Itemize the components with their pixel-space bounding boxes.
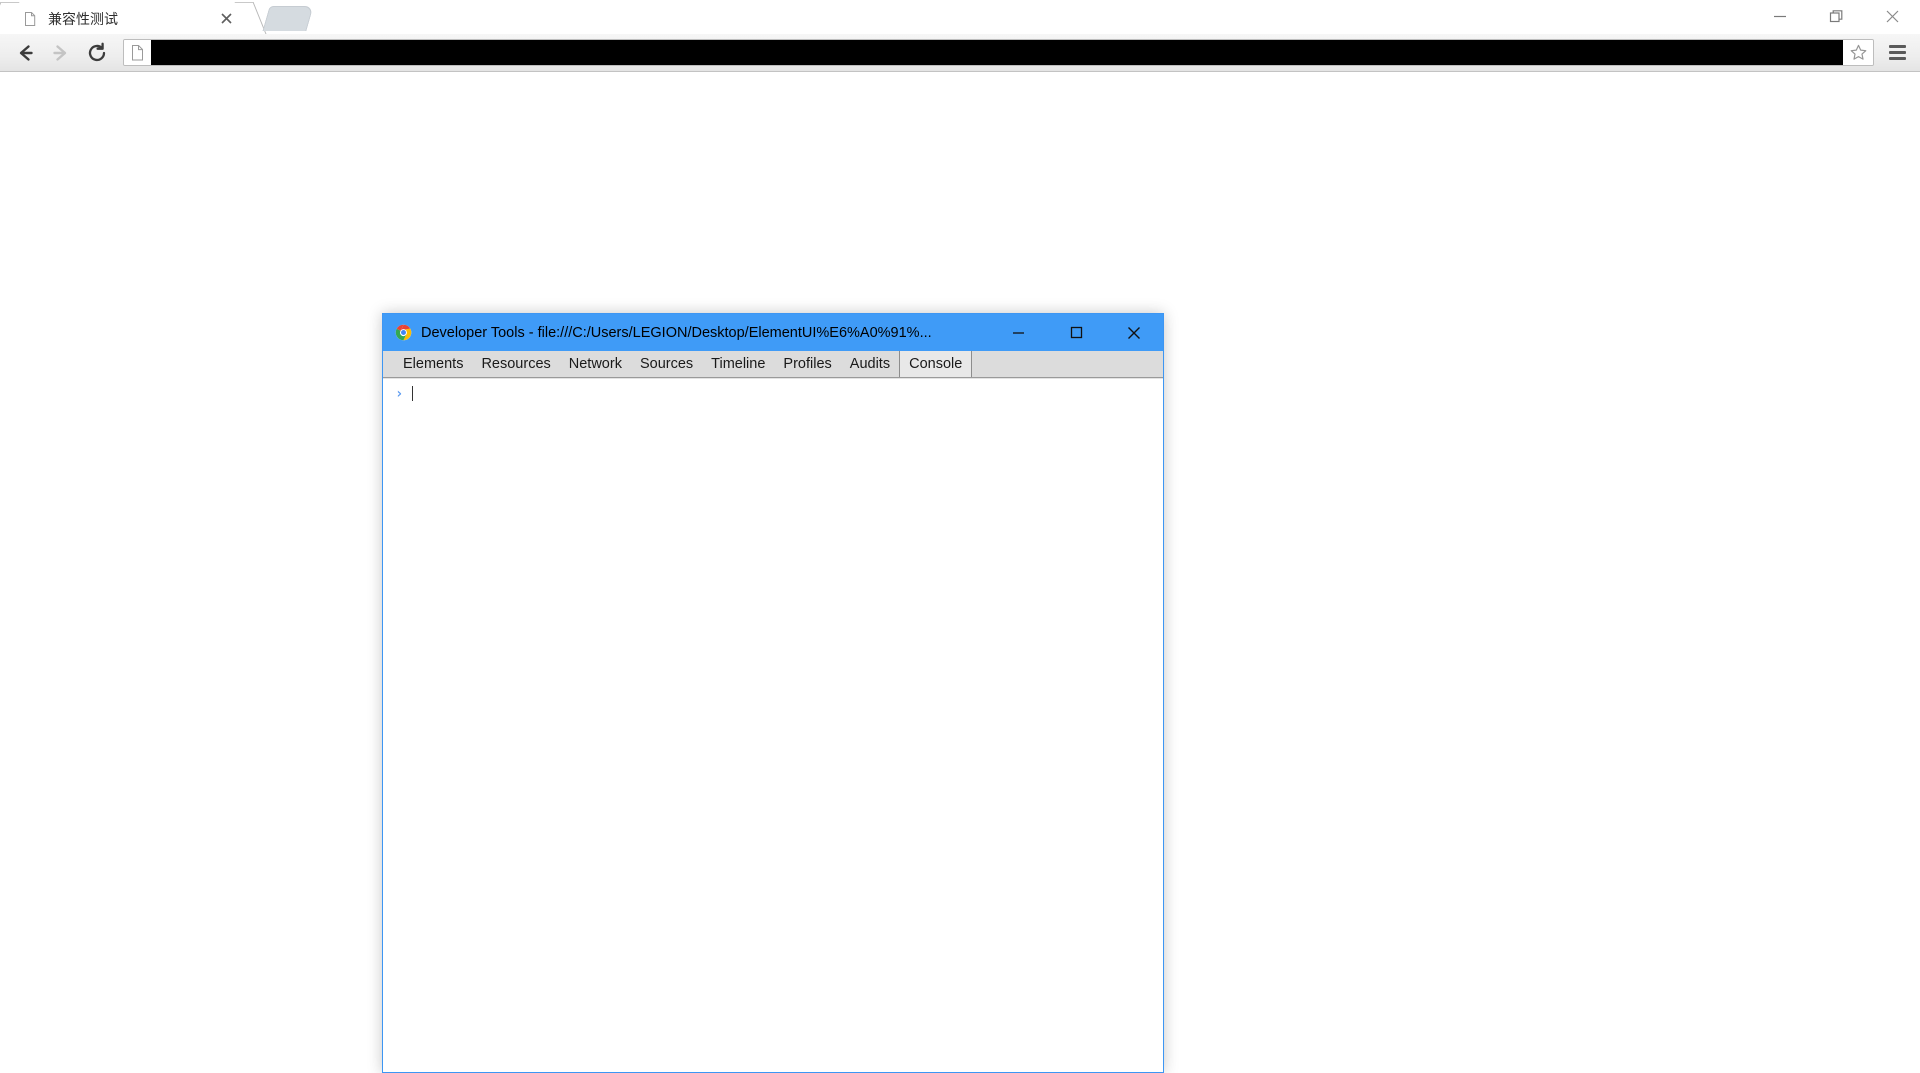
forward-arrow-icon bbox=[43, 35, 79, 71]
page-document-icon bbox=[22, 11, 38, 27]
devtools-titlebar[interactable]: Developer Tools - file:///C:/Users/LEGIO… bbox=[383, 314, 1163, 351]
devtools-tab-network[interactable]: Network bbox=[560, 351, 631, 377]
new-tab-button[interactable] bbox=[262, 6, 313, 31]
console-panel[interactable]: › bbox=[383, 378, 1163, 1072]
devtools-tab-resources[interactable]: Resources bbox=[472, 351, 559, 377]
browser-toolbar bbox=[0, 34, 1920, 72]
browser-window-controls bbox=[1752, 0, 1920, 32]
devtools-tab-audits[interactable]: Audits bbox=[841, 351, 899, 377]
maximize-icon[interactable] bbox=[1047, 314, 1105, 351]
devtools-tab-label: Console bbox=[909, 356, 962, 372]
back-arrow-icon[interactable] bbox=[7, 35, 43, 71]
tab-close-icon[interactable] bbox=[216, 9, 236, 29]
devtools-tab-timeline[interactable]: Timeline bbox=[702, 351, 774, 377]
minimize-icon[interactable] bbox=[989, 314, 1047, 351]
devtools-tab-label: Network bbox=[569, 356, 622, 372]
devtools-tab-label: Timeline bbox=[711, 356, 765, 372]
address-bar-redacted-url[interactable] bbox=[151, 40, 1843, 65]
address-bar[interactable] bbox=[123, 39, 1874, 66]
devtools-tab-profiles[interactable]: Profiles bbox=[774, 351, 840, 377]
restore-icon[interactable] bbox=[1808, 0, 1864, 32]
reload-icon[interactable] bbox=[79, 35, 115, 71]
console-prompt-chevron-icon: › bbox=[395, 386, 403, 402]
devtools-window: Developer Tools - file:///C:/Users/LEGIO… bbox=[382, 313, 1164, 1073]
devtools-title: Developer Tools - file:///C:/Users/LEGIO… bbox=[421, 325, 989, 341]
tab-title: 兼容性测试 bbox=[48, 9, 216, 29]
devtools-tabbar: Elements Resources Network Sources Timel… bbox=[383, 351, 1163, 378]
devtools-tab-console[interactable]: Console bbox=[899, 351, 972, 377]
devtools-window-controls bbox=[989, 314, 1163, 351]
devtools-tab-label: Audits bbox=[850, 356, 890, 372]
devtools-tab-sources[interactable]: Sources bbox=[631, 351, 702, 377]
devtools-tab-elements[interactable]: Elements bbox=[394, 351, 472, 377]
minimize-icon[interactable] bbox=[1752, 0, 1808, 32]
devtools-tab-label: Sources bbox=[640, 356, 693, 372]
console-text-caret bbox=[412, 386, 413, 401]
close-icon[interactable] bbox=[1105, 314, 1163, 351]
page-document-icon bbox=[124, 40, 151, 65]
star-icon[interactable] bbox=[1843, 40, 1873, 65]
console-prompt-row[interactable]: › bbox=[383, 383, 1163, 404]
hamburger-menu-icon[interactable] bbox=[1878, 35, 1916, 71]
browser-window: 兼容性测试 bbox=[0, 0, 1920, 1028]
close-icon[interactable] bbox=[1864, 0, 1920, 32]
devtools-tab-label: Profiles bbox=[783, 356, 831, 372]
browser-tab[interactable]: 兼容性测试 bbox=[8, 3, 246, 34]
devtools-tab-label: Resources bbox=[481, 356, 550, 372]
devtools-tab-label: Elements bbox=[403, 356, 463, 372]
chrome-logo-icon bbox=[395, 324, 412, 341]
tab-strip: 兼容性测试 bbox=[0, 0, 1920, 34]
hamburger-lines bbox=[1889, 42, 1906, 63]
